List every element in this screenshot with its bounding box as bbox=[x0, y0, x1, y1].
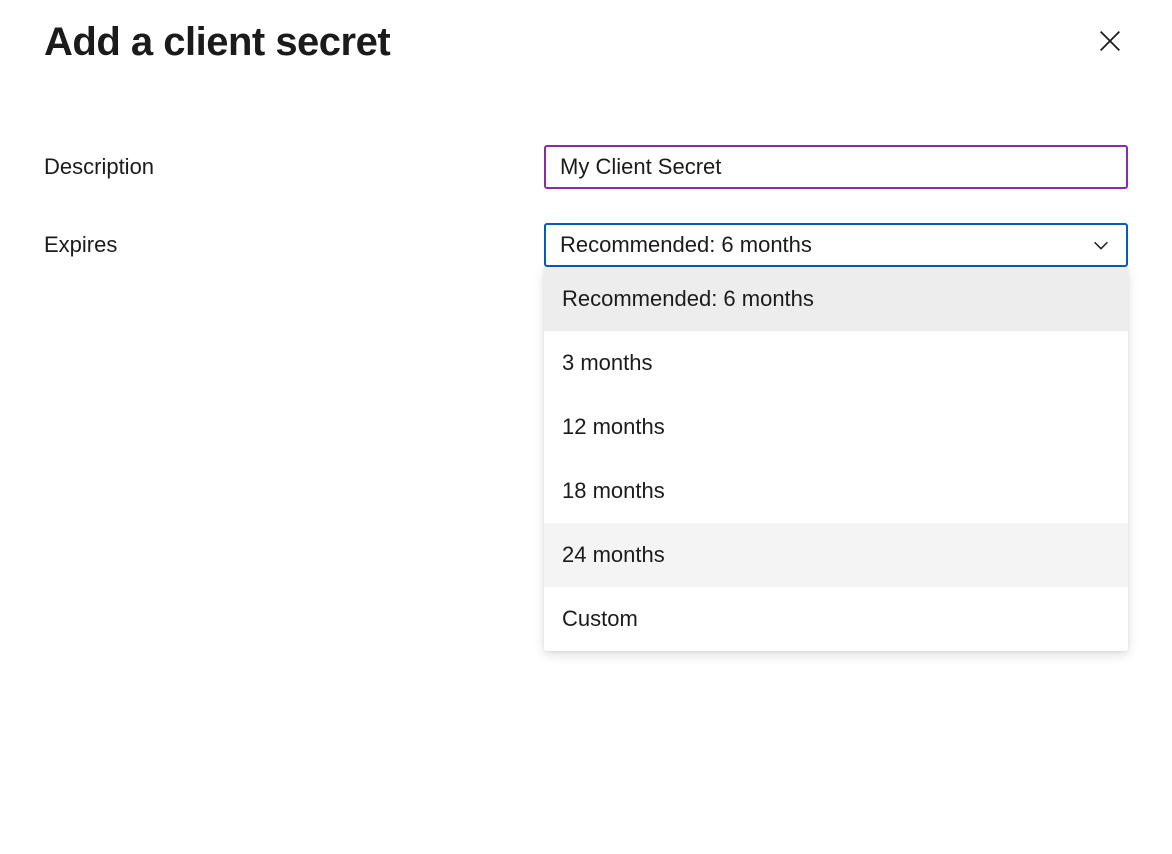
expires-select[interactable]: Recommended: 6 months bbox=[544, 223, 1128, 267]
expires-option[interactable]: 12 months bbox=[544, 395, 1128, 459]
description-label: Description bbox=[44, 154, 544, 180]
expires-option[interactable]: 3 months bbox=[544, 331, 1128, 395]
expires-option[interactable]: Recommended: 6 months bbox=[544, 267, 1128, 331]
expires-option[interactable]: 18 months bbox=[544, 459, 1128, 523]
panel-title: Add a client secret bbox=[44, 20, 390, 65]
expires-dropdown: Recommended: 6 months3 months12 months18… bbox=[544, 267, 1128, 651]
description-input[interactable] bbox=[544, 145, 1128, 189]
description-control bbox=[544, 145, 1128, 189]
close-button[interactable] bbox=[1092, 25, 1128, 61]
expires-label: Expires bbox=[44, 232, 544, 258]
expires-option[interactable]: Custom bbox=[544, 587, 1128, 651]
chevron-down-icon bbox=[1090, 234, 1112, 256]
expires-selected-value: Recommended: 6 months bbox=[560, 232, 812, 258]
expires-row: Expires Recommended: 6 months Recommende… bbox=[44, 223, 1128, 267]
description-row: Description bbox=[44, 145, 1128, 189]
panel-header: Add a client secret bbox=[44, 20, 1128, 65]
add-client-secret-panel: Add a client secret Description Expires … bbox=[0, 0, 1172, 321]
expires-control: Recommended: 6 months Recommended: 6 mon… bbox=[544, 223, 1128, 267]
expires-option[interactable]: 24 months bbox=[544, 523, 1128, 587]
close-icon bbox=[1096, 27, 1124, 58]
